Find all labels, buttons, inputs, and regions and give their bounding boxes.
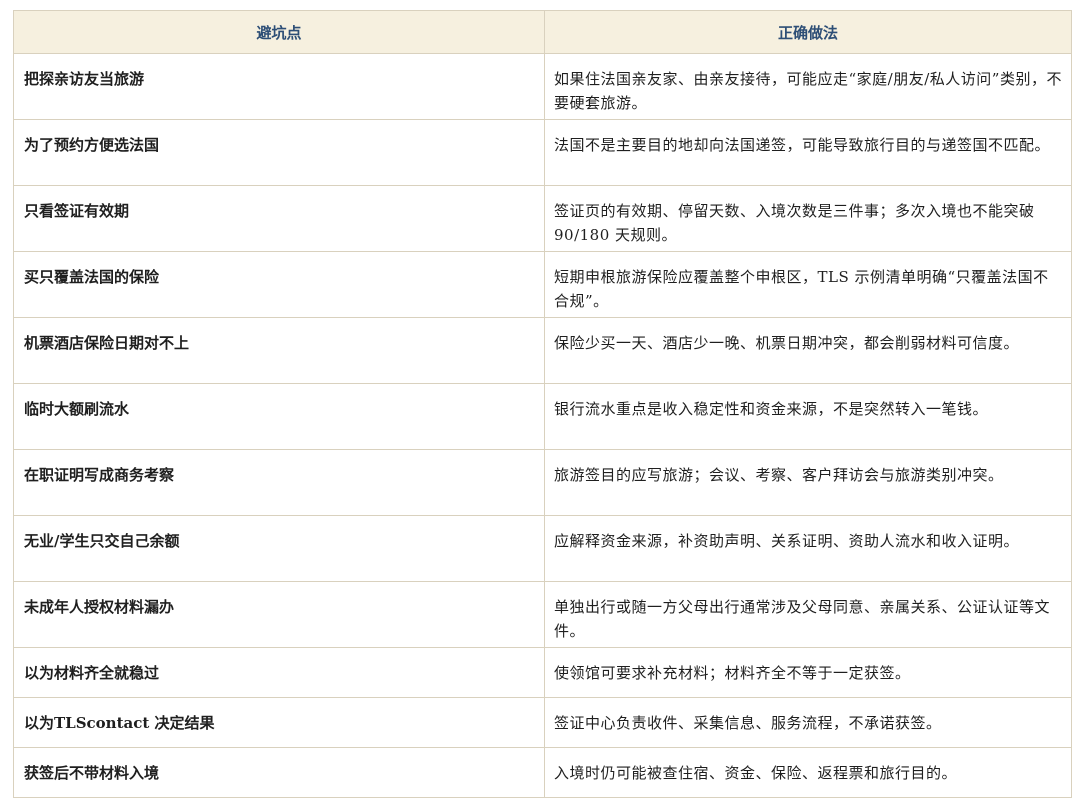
pitfall-cell: 无业/学生只交自己余额 <box>13 515 545 582</box>
correct-approach-cell: 旅游签目的应写旅游；会议、考察、客户拜访会与旅游类别冲突。 <box>544 449 1072 516</box>
table-row: 只看签证有效期 签证页的有效期、停留天数、入境次数是三件事；多次入境也不能突破9… <box>13 185 1072 252</box>
table-row: 把探亲访友当旅游 如果住法国亲友家、由亲友接待，可能应走“家庭/朋友/私人访问”… <box>13 53 1072 120</box>
table-row: 买只覆盖法国的保险 短期申根旅游保险应覆盖整个申根区，TLS 示例清单明确“只覆… <box>13 251 1072 318</box>
table-row: 以为材料齐全就稳过 使领馆可要求补充材料；材料齐全不等于一定获签。 <box>13 647 1072 698</box>
table-row: 未成年人授权材料漏办 单独出行或随一方父母出行通常涉及父母同意、亲属关系、公证认… <box>13 581 1072 648</box>
pitfall-cell: 买只覆盖法国的保险 <box>13 251 545 318</box>
table-row: 以为TLScontact 决定结果 签证中心负责收件、采集信息、服务流程，不承诺… <box>13 697 1072 748</box>
pitfall-cell: 只看签证有效期 <box>13 185 545 252</box>
correct-approach-cell: 单独出行或随一方父母出行通常涉及父母同意、亲属关系、公证认证等文件。 <box>544 581 1072 648</box>
table-header-row: 避坑点 正确做法 <box>13 10 1072 54</box>
correct-approach-cell: 保险少买一天、酒店少一晚、机票日期冲突，都会削弱材料可信度。 <box>544 317 1072 384</box>
table-row: 临时大额刷流水 银行流水重点是收入稳定性和资金来源，不是突然转入一笔钱。 <box>13 383 1072 450</box>
header-pitfall: 避坑点 <box>13 10 545 54</box>
correct-approach-cell: 法国不是主要目的地却向法国递签，可能导致旅行目的与递签国不匹配。 <box>544 119 1072 186</box>
pitfall-cell: 把探亲访友当旅游 <box>13 53 545 120</box>
correct-approach-cell: 如果住法国亲友家、由亲友接待，可能应走“家庭/朋友/私人访问”类别，不要硬套旅游… <box>544 53 1072 120</box>
pitfall-cell: 临时大额刷流水 <box>13 383 545 450</box>
table-row: 获签后不带材料入境 入境时仍可能被查住宿、资金、保险、返程票和旅行目的。 <box>13 747 1072 798</box>
table-row: 在职证明写成商务考察 旅游签目的应写旅游；会议、考察、客户拜访会与旅游类别冲突。 <box>13 449 1072 516</box>
correct-approach-cell: 签证页的有效期、停留天数、入境次数是三件事；多次入境也不能突破90/180 天规… <box>544 185 1072 252</box>
correct-approach-cell: 入境时仍可能被查住宿、资金、保险、返程票和旅行目的。 <box>544 747 1072 798</box>
pitfall-cell: 获签后不带材料入境 <box>13 747 545 798</box>
table-row: 机票酒店保险日期对不上 保险少买一天、酒店少一晚、机票日期冲突，都会削弱材料可信… <box>13 317 1072 384</box>
table-row: 为了预约方便选法国 法国不是主要目的地却向法国递签，可能导致旅行目的与递签国不匹… <box>13 119 1072 186</box>
pitfall-table: 避坑点 正确做法 把探亲访友当旅游 如果住法国亲友家、由亲友接待，可能应走“家庭… <box>13 10 1072 798</box>
pitfall-cell: 未成年人授权材料漏办 <box>13 581 545 648</box>
correct-approach-cell: 银行流水重点是收入稳定性和资金来源，不是突然转入一笔钱。 <box>544 383 1072 450</box>
correct-approach-cell: 签证中心负责收件、采集信息、服务流程，不承诺获签。 <box>544 697 1072 748</box>
header-correct-approach: 正确做法 <box>544 10 1072 54</box>
pitfall-cell: 为了预约方便选法国 <box>13 119 545 186</box>
pitfall-cell: 在职证明写成商务考察 <box>13 449 545 516</box>
pitfall-cell: 以为材料齐全就稳过 <box>13 647 545 698</box>
pitfall-cell: 机票酒店保险日期对不上 <box>13 317 545 384</box>
correct-approach-cell: 使领馆可要求补充材料；材料齐全不等于一定获签。 <box>544 647 1072 698</box>
pitfall-table-container: 避坑点 正确做法 把探亲访友当旅游 如果住法国亲友家、由亲友接待，可能应走“家庭… <box>13 10 1072 798</box>
correct-approach-cell: 应解释资金来源，补资助声明、关系证明、资助人流水和收入证明。 <box>544 515 1072 582</box>
pitfall-cell: 以为TLScontact 决定结果 <box>13 697 545 748</box>
table-row: 无业/学生只交自己余额 应解释资金来源，补资助声明、关系证明、资助人流水和收入证… <box>13 515 1072 582</box>
correct-approach-cell: 短期申根旅游保险应覆盖整个申根区，TLS 示例清单明确“只覆盖法国不合规”。 <box>544 251 1072 318</box>
